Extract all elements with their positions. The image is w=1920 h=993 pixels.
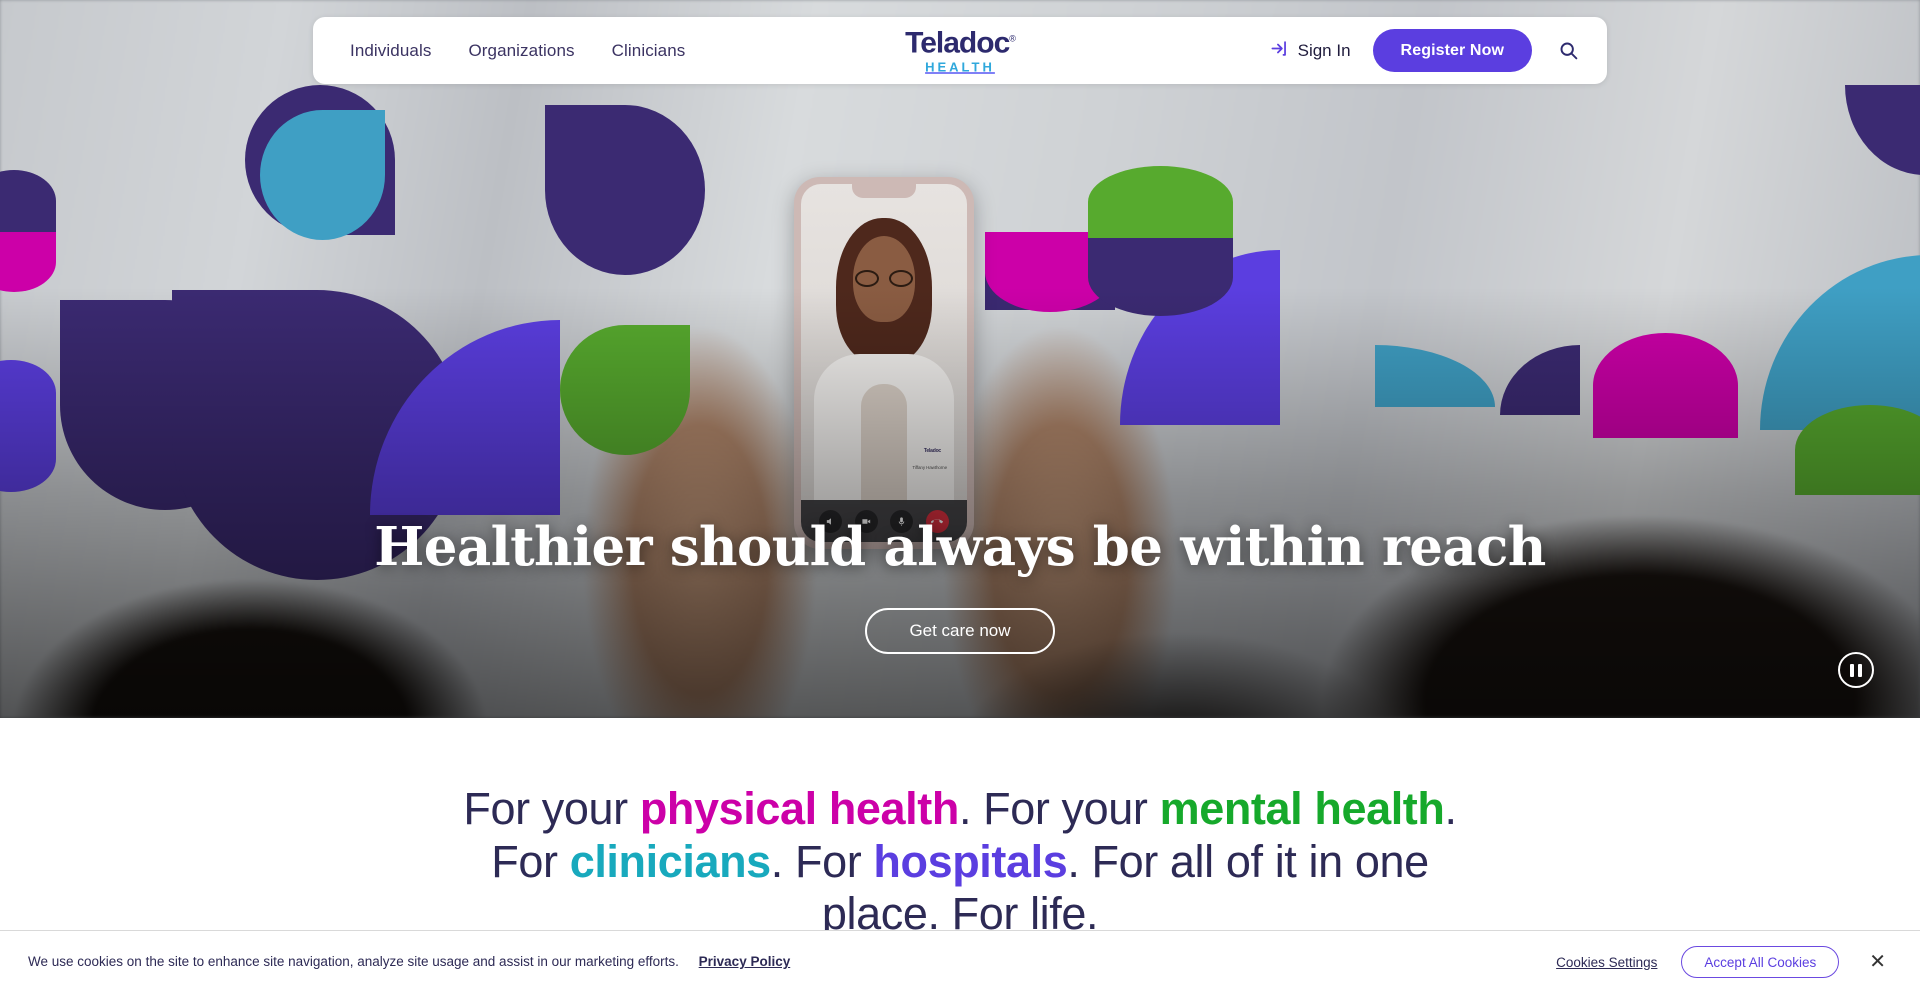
- tagline-segment-7: hospitals: [873, 835, 1068, 887]
- login-arrow-icon: [1270, 39, 1289, 63]
- get-care-now-button[interactable]: Get care now: [865, 607, 1055, 654]
- sign-in-label: Sign In: [1297, 40, 1351, 60]
- cookie-message: We use cookies on the site to enhance si…: [28, 954, 679, 970]
- nav-item-clinicians[interactable]: Clinicians: [612, 41, 686, 61]
- registered-trademark-icon: ®: [1009, 33, 1016, 43]
- main-navigation-bar: Individuals Organizations Clinicians Tel…: [313, 17, 1607, 84]
- nav-item-organizations[interactable]: Organizations: [468, 41, 574, 61]
- cookie-actions: Cookies Settings Accept All Cookies ✕: [1556, 946, 1892, 978]
- tagline-section: For your physical health. For your menta…: [0, 718, 1920, 941]
- pause-bar-left: [1850, 663, 1854, 677]
- tagline-segment-3: mental health: [1159, 783, 1445, 834]
- pause-button[interactable]: [1838, 652, 1874, 688]
- logo-subtitle: HEALTH: [925, 59, 995, 74]
- nav-item-individuals[interactable]: Individuals: [350, 41, 431, 61]
- hero-copy: Healthier should always be within reach …: [0, 516, 1920, 654]
- page-title: Healthier should always be within reach: [374, 516, 1546, 578]
- register-now-button[interactable]: Register Now: [1372, 29, 1532, 72]
- cookie-consent-banner: We use cookies on the site to enhance si…: [0, 930, 1920, 993]
- nav-actions: Sign In Register Now: [1270, 29, 1583, 72]
- tagline-text: For your physical health. For your menta…: [460, 783, 1460, 941]
- teladoc-health-logo[interactable]: Teladoc® HEALTH: [905, 26, 1016, 74]
- cookies-settings-button[interactable]: Cookies Settings: [1556, 955, 1657, 970]
- privacy-policy-link[interactable]: Privacy Policy: [699, 954, 791, 969]
- tagline-segment-2: . For your: [958, 783, 1160, 834]
- tagline-segment-0: For your: [463, 783, 640, 834]
- close-icon[interactable]: ✕: [1863, 950, 1892, 974]
- pause-bar-right: [1858, 663, 1862, 677]
- tagline-segment-6: . For: [770, 835, 874, 887]
- tagline-segment-5: clinicians: [569, 835, 771, 887]
- cookie-message-wrap: We use cookies on the site to enhance si…: [28, 953, 790, 971]
- sign-in-link[interactable]: Sign In: [1270, 39, 1351, 63]
- tagline-segment-1: physical health: [639, 783, 960, 834]
- accept-all-cookies-button[interactable]: Accept All Cookies: [1681, 946, 1840, 978]
- nav-links: Individuals Organizations Clinicians: [350, 41, 685, 61]
- hero-section: Teladoc Tiffany Hawthorne Healthier shou: [0, 0, 1920, 718]
- logo-wordmark: Teladoc®: [905, 26, 1016, 59]
- search-icon[interactable]: [1554, 36, 1583, 65]
